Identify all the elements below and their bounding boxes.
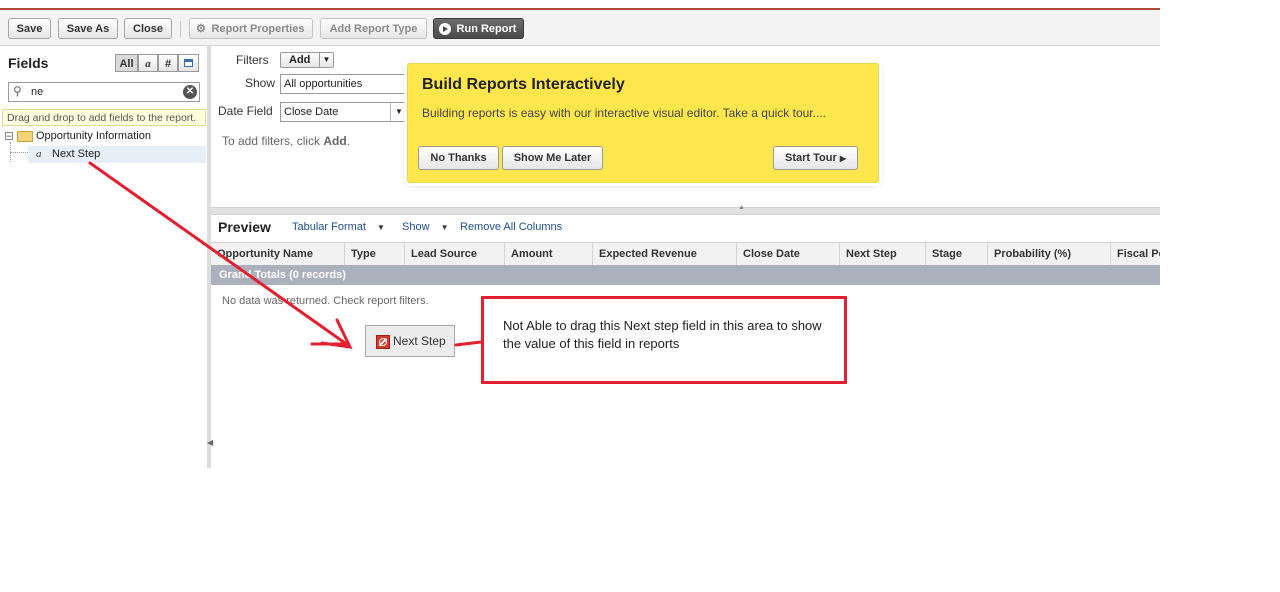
drag-arrow-line [88,161,347,345]
arrow-stub-right [454,340,483,347]
annotation-arrows [88,161,483,349]
